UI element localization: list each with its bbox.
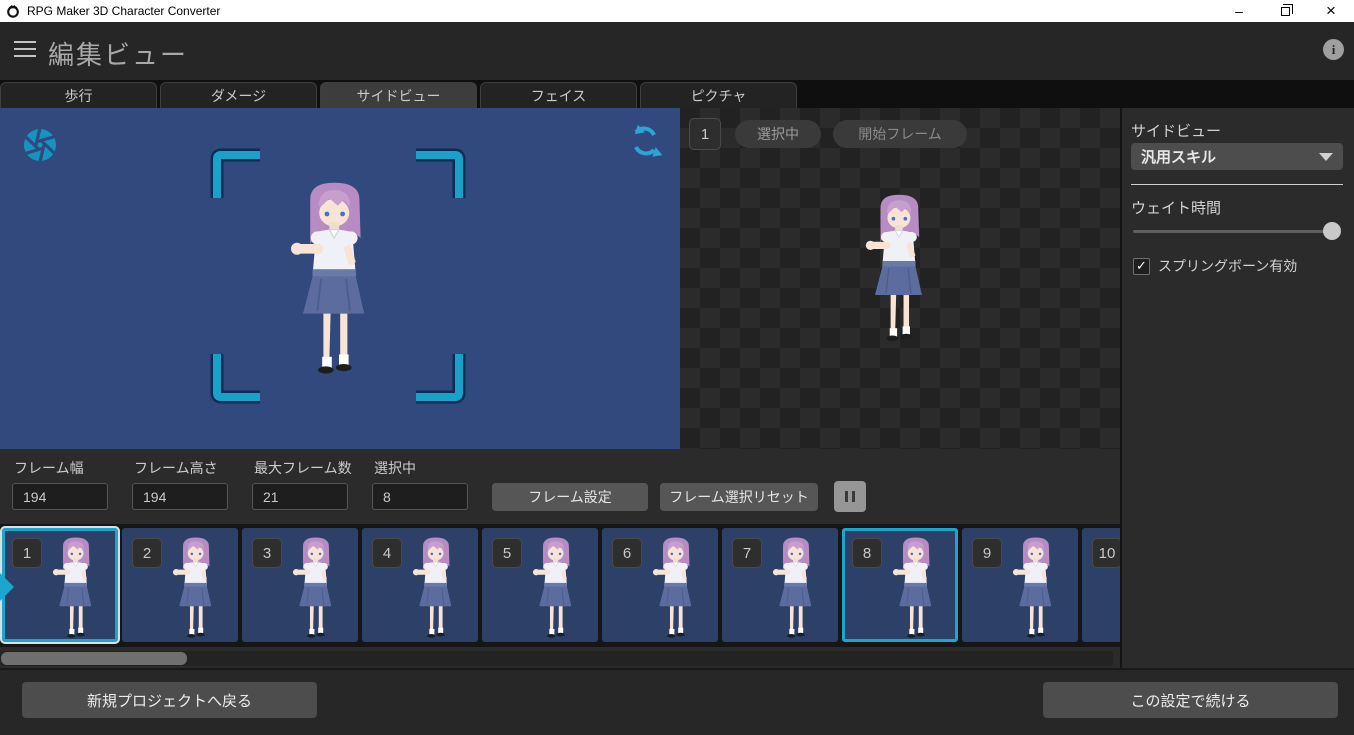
frame-sprite	[532, 537, 572, 639]
motion-dropdown-value: 汎用スキル	[1141, 149, 1217, 166]
frame-cell-1[interactable]: 1	[2, 528, 118, 642]
sideview-settings-sidebar: サイドビュー 汎用スキル ウェイト時間 ✓ スプリングボーン有効	[1122, 108, 1354, 668]
frame-cell-10[interactable]: 10	[1082, 528, 1120, 642]
tab-face[interactable]: フェイス	[480, 82, 637, 108]
frame-settings-panel: フレーム幅 フレーム高さ 最大フレーム数 選択中 フレーム設定 フレーム選択リセ…	[0, 449, 1120, 668]
character-preview-viewport[interactable]	[0, 108, 680, 449]
frame-cell-3[interactable]: 3	[242, 528, 358, 642]
menu-icon[interactable]	[14, 41, 36, 59]
app-window: RPG Maker 3D Character Converter – × 編集ビ…	[0, 0, 1354, 735]
frame-sprite	[412, 537, 452, 639]
minimize-button[interactable]: –	[1216, 0, 1262, 22]
sheet-frame-number-badge: 1	[689, 118, 721, 150]
frame-sprite	[1012, 537, 1052, 639]
filmstrip-area: 1 2 3 4 5 6 7 8 9 10	[0, 524, 1120, 647]
app-header: 編集ビュー i	[0, 22, 1354, 80]
frame-sprite	[652, 537, 692, 639]
frame-height-input[interactable]	[132, 483, 228, 510]
continue-button[interactable]: この設定で続ける	[1043, 682, 1338, 718]
rotate-view-icon[interactable]	[626, 122, 664, 160]
slider-track[interactable]	[1133, 230, 1333, 233]
page-title: 編集ビュー	[48, 40, 189, 70]
wait-time-slider[interactable]	[1133, 222, 1341, 240]
panel-divider	[1120, 108, 1122, 668]
frame-sprite	[292, 537, 332, 639]
checkbox-checked-icon[interactable]: ✓	[1133, 257, 1150, 275]
minimize-icon: –	[1235, 3, 1243, 19]
info-icon[interactable]: i	[1323, 39, 1344, 60]
selected-state-pill[interactable]: 選択中	[735, 120, 821, 148]
app-logo-icon	[7, 4, 19, 18]
frame-cell-7[interactable]: 7	[722, 528, 838, 642]
tab-damage[interactable]: ダメージ	[160, 82, 317, 108]
filmstrip-scrollbar[interactable]	[0, 651, 1113, 666]
chevron-down-icon	[1319, 152, 1333, 161]
spring-bone-label: スプリングボーン有効	[1158, 258, 1298, 274]
footer-bar: 新規プロジェクトへ戻る この設定で続ける	[0, 668, 1354, 735]
selected-frame-label: 選択中	[374, 460, 416, 476]
slider-thumb[interactable]	[1323, 222, 1341, 240]
pause-button[interactable]	[834, 481, 866, 512]
frame-height-label: フレーム高さ	[134, 460, 218, 476]
back-to-new-project-button[interactable]: 新規プロジェクトへ戻る	[22, 682, 317, 718]
pause-icon	[834, 491, 866, 502]
frame-cell-2[interactable]: 2	[122, 528, 238, 642]
close-icon: ×	[1326, 1, 1336, 20]
playhead-icon	[0, 573, 14, 601]
sidebar-title: サイドビュー	[1131, 123, 1222, 140]
restore-button[interactable]	[1262, 0, 1308, 22]
tab-sideview[interactable]: サイドビュー	[320, 82, 477, 108]
motion-dropdown[interactable]: 汎用スキル	[1131, 143, 1343, 170]
restore-icon	[1280, 3, 1293, 16]
window-title: RPG Maker 3D Character Converter	[27, 4, 221, 18]
os-titlebar: RPG Maker 3D Character Converter – ×	[0, 0, 1354, 22]
frame-sprite	[772, 537, 812, 639]
character-sprite-preview	[290, 181, 366, 375]
selected-frame-input[interactable]	[372, 483, 468, 510]
frame-cell-4[interactable]: 4	[362, 528, 478, 642]
max-frames-input[interactable]	[252, 483, 348, 510]
sidebar-divider	[1131, 184, 1343, 185]
sprite-sheet-area[interactable]: 1 選択中 開始フレーム	[680, 108, 1120, 449]
aperture-icon	[24, 127, 56, 163]
tab-picture[interactable]: ピクチャ	[640, 82, 797, 108]
frame-sprite	[172, 537, 212, 639]
capture-bracket-topleft	[210, 148, 266, 204]
capture-bracket-bottomleft	[210, 348, 266, 404]
frame-cell-5[interactable]: 5	[482, 528, 598, 642]
frame-width-input[interactable]	[12, 483, 108, 510]
wait-time-label: ウェイト時間	[1131, 200, 1222, 217]
frame-sprite	[52, 537, 92, 639]
frame-cell-9[interactable]: 9	[962, 528, 1078, 642]
character-sprite-sheet	[865, 194, 923, 342]
tab-walk[interactable]: 歩行	[0, 82, 157, 108]
frame-reset-button[interactable]: フレーム選択リセット	[660, 483, 818, 511]
frame-cell-6[interactable]: 6	[602, 528, 718, 642]
frame-cell-8[interactable]: 8	[842, 528, 958, 642]
tab-bar: 歩行 ダメージ サイドビュー フェイス ピクチャ	[0, 80, 1354, 108]
frame-width-label: フレーム幅	[14, 460, 84, 476]
frame-set-button[interactable]: フレーム設定	[492, 483, 648, 511]
max-frames-label: 最大フレーム数	[254, 460, 352, 476]
start-frame-pill[interactable]: 開始フレーム	[833, 120, 967, 148]
scrollbar-thumb[interactable]	[1, 652, 187, 665]
spring-bone-toggle[interactable]: ✓ スプリングボーン有効	[1133, 256, 1297, 276]
close-button[interactable]: ×	[1308, 0, 1354, 22]
capture-bracket-topright	[410, 148, 466, 204]
filmstrip: 1 2 3 4 5 6 7 8 9 10	[2, 528, 1120, 642]
capture-bracket-bottomright	[410, 348, 466, 404]
frame-sprite	[892, 537, 932, 639]
